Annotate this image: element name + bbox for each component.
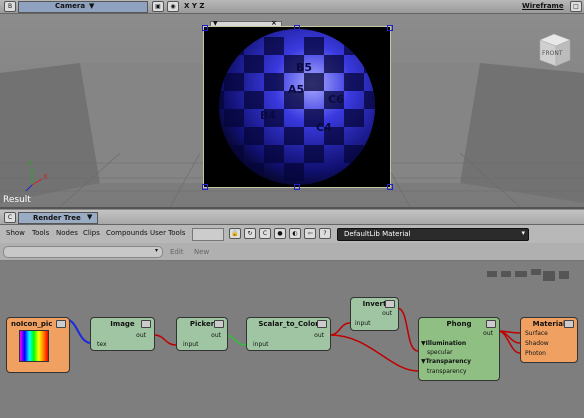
clear-icon[interactable]: C <box>259 228 271 239</box>
display-mode-label[interactable]: Wireframe <box>522 2 564 10</box>
material-icon[interactable]: ◐ <box>289 228 301 239</box>
camera-viewport[interactable]: B Camera ▼ ▣ ◉ X Y Z Wireframe □ FRONT ▼… <box>0 0 584 209</box>
wire-scalar-invert <box>329 322 351 336</box>
nav-cube[interactable]: FRONT <box>534 30 574 70</box>
library-select[interactable]: DefaultLib Material ▾ <box>337 228 529 241</box>
port-specular: specular <box>427 349 453 356</box>
port-tex: tex <box>97 341 107 348</box>
chevron-down-icon: ▼ <box>89 2 95 10</box>
port-photon: Photon <box>525 350 546 357</box>
section-transparency[interactable]: ▼Transparency <box>421 358 471 365</box>
node-graph-canvas[interactable]: noIcon_pic Image out tex Picker out inpu… <box>0 261 584 418</box>
port-transparency: transparency <box>427 368 467 375</box>
axis-x-label: X <box>43 173 48 181</box>
node-image[interactable]: Image out tex <box>90 317 155 351</box>
viewport-letter-button[interactable]: B <box>4 1 16 12</box>
node-filter-dropdown[interactable]: ▾ <box>3 246 163 258</box>
collapse-icon[interactable] <box>317 320 327 328</box>
rendered-sphere: B5 C6 C4 B4 A5 <box>219 29 375 185</box>
back-arrow-icon[interactable]: ⇦ <box>304 228 316 239</box>
close-icon[interactable]: × <box>271 19 277 27</box>
sphere-label-b4: B4 <box>260 109 276 122</box>
collapse-icon[interactable] <box>214 320 224 328</box>
menu-clips[interactable]: Clips <box>83 229 100 237</box>
refresh-icon[interactable]: ↻ <box>244 228 256 239</box>
wire-image-picker <box>153 334 177 346</box>
menu-show[interactable]: Show <box>6 229 25 237</box>
library-select-value: DefaultLib Material <box>344 230 411 238</box>
sphere-label-b5: B5 <box>296 61 312 74</box>
wire-invert-specular <box>396 307 419 352</box>
collapse-icon[interactable] <box>385 300 395 308</box>
port-input: input <box>253 341 269 348</box>
sphere-label-c4: C4 <box>316 121 332 134</box>
axes-label[interactable]: X Y Z <box>184 2 204 10</box>
edit-button[interactable]: Edit <box>170 248 184 256</box>
maximize-icon[interactable]: □ <box>570 1 582 12</box>
menu-nodes[interactable]: Nodes <box>56 229 78 237</box>
port-out: out <box>382 310 392 317</box>
node-invert[interactable]: Invert out input <box>350 297 399 331</box>
region-menu-icon[interactable]: ▼ <box>213 20 218 27</box>
new-button[interactable]: New <box>194 248 209 256</box>
node-phong[interactable]: Phong out ▼Illumination specular ▼Transp… <box>418 317 500 381</box>
sphere-label-a5: A5 <box>288 83 304 96</box>
render-tree-selector[interactable]: Render Tree ▼ <box>18 212 98 224</box>
chevron-down-icon: ▼ <box>87 213 93 221</box>
render-tree-toolbar: ▾ Edit New <box>0 243 584 261</box>
region-handle[interactable] <box>387 25 393 31</box>
camera-icon[interactable]: ▣ <box>152 1 164 12</box>
menu-tools[interactable]: Tools <box>32 229 49 237</box>
eye-icon[interactable]: ◉ <box>167 1 179 12</box>
port-input: input <box>355 320 371 327</box>
camera-label: Camera <box>55 2 86 10</box>
port-out: out <box>136 332 146 339</box>
graph-minimap[interactable] <box>485 261 581 287</box>
collapse-icon[interactable] <box>56 320 66 328</box>
sphere-preview-icon[interactable]: ● <box>274 228 286 239</box>
region-handle[interactable] <box>387 184 393 190</box>
region-handle[interactable] <box>202 25 208 31</box>
node-scalar-to-color[interactable]: Scalar_to_Color out input <box>246 317 331 351</box>
render-tree-menubar: Show Tools Nodes Clips Compounds User To… <box>0 225 584 244</box>
port-out: out <box>211 332 221 339</box>
wire-picker-scalar <box>224 334 247 346</box>
thumbnail-image <box>19 330 49 362</box>
port-surface: Surface <box>525 330 548 337</box>
collapse-icon[interactable] <box>486 320 496 328</box>
region-handle[interactable] <box>294 25 300 31</box>
wire-scalar-transparency <box>329 334 419 372</box>
lock-icon[interactable]: 🔒 <box>229 228 241 239</box>
render-tree-header: C Render Tree ▼ <box>0 210 584 225</box>
help-icon[interactable]: ? <box>319 228 331 239</box>
section-illumination[interactable]: ▼Illumination <box>421 340 466 347</box>
node-material[interactable]: Material Surface Shadow Photon <box>520 317 578 363</box>
sphere-label-c6: C6 <box>328 93 344 106</box>
render-region[interactable]: B5 C6 C4 B4 A5 <box>203 26 391 188</box>
preset-strip[interactable] <box>192 228 224 241</box>
result-label: Result <box>3 195 31 205</box>
port-out: out <box>483 330 493 337</box>
collapse-icon[interactable] <box>141 320 151 328</box>
chevron-down-icon: ▾ <box>521 229 525 237</box>
collapse-icon[interactable] <box>564 320 574 328</box>
panel-icon[interactable]: C <box>4 212 16 223</box>
chevron-down-icon: ▾ <box>154 247 158 254</box>
port-out: out <box>314 332 324 339</box>
node-picker[interactable]: Picker out input <box>176 317 228 351</box>
render-tree-title: Render Tree <box>33 214 81 222</box>
menu-compounds[interactable]: Compounds <box>106 229 148 237</box>
region-handle[interactable] <box>294 184 300 190</box>
port-input: input <box>183 341 199 348</box>
cube-front-label: FRONT <box>542 50 563 57</box>
region-handle[interactable] <box>202 184 208 190</box>
camera-selector[interactable]: Camera ▼ <box>18 1 148 13</box>
menu-user-tools[interactable]: User Tools <box>150 229 185 237</box>
node-noicon-pic[interactable]: noIcon_pic <box>6 317 70 373</box>
viewport-header: B Camera ▼ ▣ ◉ X Y Z Wireframe □ <box>0 0 584 14</box>
axis-y-label: Y <box>28 160 33 168</box>
port-shadow: Shadow <box>525 340 549 347</box>
